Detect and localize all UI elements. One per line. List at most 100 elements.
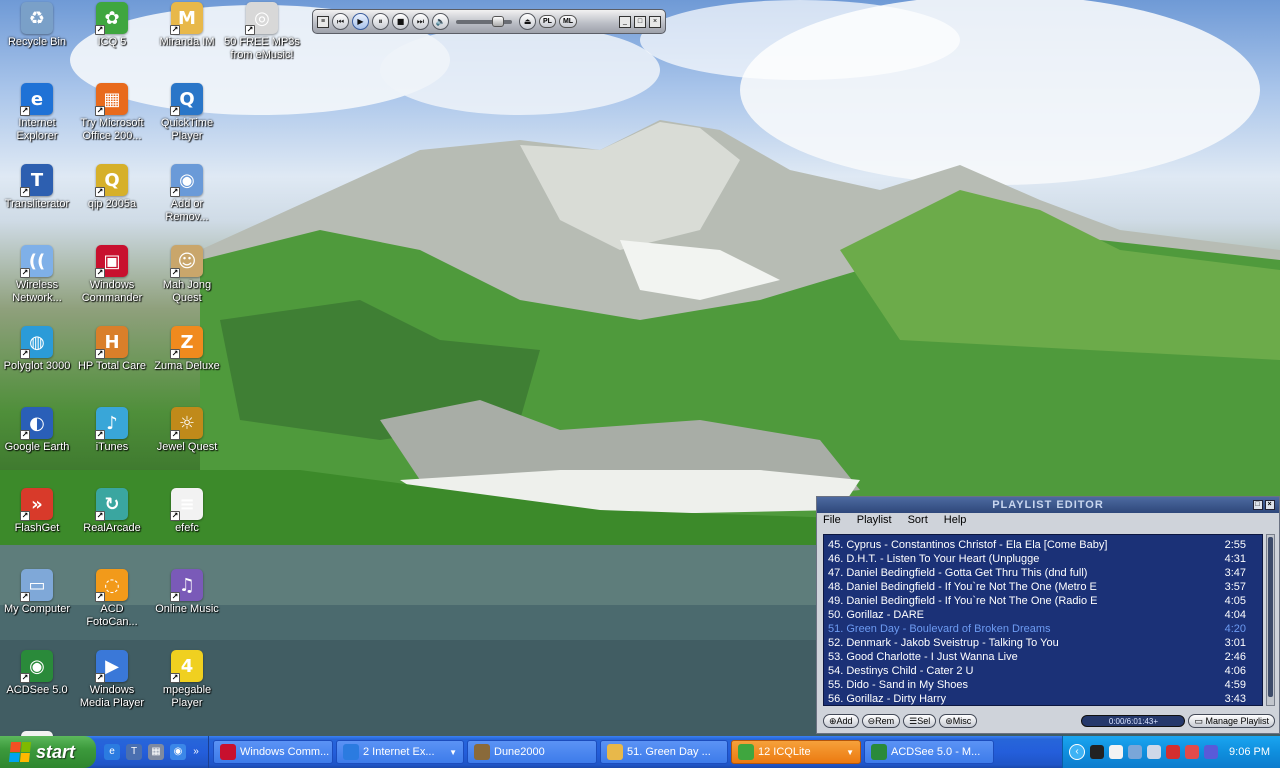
desktop-icon[interactable]: ◎ ↗ 50 FREE MP3s from eMusic! [224, 2, 300, 62]
misc-button[interactable]: ⊛Misc [939, 714, 978, 728]
playlist-track[interactable]: 55. Dido - Sand in My Shoes 4:59 [824, 678, 1262, 692]
close-icon[interactable]: × [1265, 500, 1275, 510]
desktop-icon[interactable]: ♪ ↗ iTunes [74, 407, 150, 454]
desktop-icon[interactable]: ◌ ↗ ACD FotoCan... [74, 569, 150, 629]
desktop-icon[interactable]: T ↗ Transliterator [0, 164, 75, 211]
menu-playlist[interactable]: Playlist [857, 513, 892, 528]
volume-slider[interactable] [456, 15, 512, 27]
desktop-icon[interactable]: ▭ ↗ My Computer [0, 569, 75, 616]
taskbar-buttons: Windows Comm... 2 Internet Ex... ▼ Dune2000… [209, 736, 994, 768]
pause-button[interactable]: ⏸ [372, 13, 389, 30]
play-button[interactable]: ▶ [352, 13, 369, 30]
chevron-right-icon[interactable]: » [192, 744, 200, 760]
taskbar-button[interactable]: Dune2000 [467, 740, 597, 764]
security-shield-icon[interactable] [1185, 745, 1200, 759]
desktop-icon[interactable]: ✿ ↗ ICQ 5 [74, 2, 150, 49]
desktop-icon[interactable]: M ↗ Miranda IM [149, 2, 225, 49]
taskbar-button[interactable]: 12 ICQLite ▼ [731, 740, 861, 764]
winamp-menu-icon[interactable]: ≡ [317, 15, 329, 28]
desktop-icon[interactable]: ↻ ↗ RealArcade [74, 488, 150, 535]
desktop-icon[interactable]: Q ↗ qip 2005a [74, 164, 150, 211]
desktop-icon[interactable]: ◍ ↗ Polyglot 3000 [0, 326, 75, 373]
track-title: 50. Gorillaz - DARE [828, 609, 924, 621]
taskbar-button[interactable]: 51. Green Day ... [600, 740, 728, 764]
playlist-toggle-button[interactable]: PL [539, 15, 556, 28]
taskbar-button[interactable]: Windows Comm... [213, 740, 333, 764]
remove-button[interactable]: ⊖Rem [861, 714, 901, 728]
track-title: 54. Destinys Child - Cater 2 U [828, 665, 974, 677]
desktop-icon[interactable]: Q ↗ QuickTime Player [149, 83, 225, 143]
chevron-down-icon: ▼ [846, 747, 854, 757]
playlist-track[interactable]: 46. D.H.T. - Listen To Your Heart (Unplu… [824, 552, 1262, 566]
desktop-icon[interactable]: e ↗ Internet Explorer [0, 83, 75, 143]
playlist-track[interactable]: 52. Denmark - Jakob Sveistrup - Talking … [824, 636, 1262, 650]
desktop-icon-label: Try Microsoft Office 200... [80, 117, 144, 142]
playlist-track-list[interactable]: 45. Cyprus - Constantinos Christof - Ela… [823, 534, 1263, 706]
desktop-icon[interactable]: ♫ ↗ Online Music [149, 569, 225, 616]
playlist-track[interactable]: 51. Green Day - Boulevard of Broken Drea… [824, 622, 1262, 636]
playlist-track[interactable]: 48. Daniel Bedingfield - If You`re Not T… [824, 580, 1262, 594]
antivirus-icon[interactable] [1166, 745, 1181, 759]
network-icon[interactable] [1128, 745, 1143, 759]
desktop-icon[interactable]: ▶ ↗ Windows Media Player [74, 650, 150, 710]
desktop-icon[interactable]: ◐ ↗ Google Earth [0, 407, 75, 454]
shade-icon[interactable]: □ [634, 15, 646, 28]
playlist-track[interactable]: 54. Destinys Child - Cater 2 U 4:06 [824, 664, 1262, 678]
playlist-scrollbar[interactable] [1266, 534, 1275, 706]
clock[interactable]: 9:06 PM [1229, 746, 1270, 758]
add-button[interactable]: ⊕Add [823, 714, 859, 728]
nvidia-icon[interactable] [1090, 745, 1105, 759]
desktop-icon[interactable]: ☺ ↗ Mah Jong Quest [149, 245, 225, 305]
manage-playlist-button[interactable]: ▭ Manage Playlist [1188, 714, 1275, 728]
next-button[interactable]: ⏭ [412, 13, 429, 30]
desktop-icon[interactable]: ≡ ↗ efefc [149, 488, 225, 535]
select-button[interactable]: ☰Sel [903, 714, 937, 728]
desktop-icon[interactable]: ▣ ↗ Windows Commander [74, 245, 150, 305]
minimize-icon[interactable]: _ [619, 15, 631, 28]
calculator-icon[interactable]: ▦ [148, 744, 164, 760]
desktop-icon[interactable]: 4 ↗ mpegable Player [149, 650, 225, 710]
volume-icon[interactable] [1147, 745, 1162, 759]
playlist-track[interactable]: 45. Cyprus - Constantinos Christof - Ela… [824, 538, 1262, 552]
taskbar-button[interactable]: ACDSee 5.0 - M... [864, 740, 994, 764]
desktop-icon[interactable]: » ↗ FlashGet [0, 488, 75, 535]
shortcut-arrow-icon: ↗ [20, 106, 30, 116]
start-button[interactable]: start [0, 736, 96, 768]
menu-sort[interactable]: Sort [908, 513, 928, 528]
stop-button[interactable]: ■ [392, 13, 409, 30]
shortcut-arrow-icon: ↗ [20, 592, 30, 602]
close-icon[interactable]: × [649, 15, 661, 28]
playlist-title-bar[interactable]: PLAYLIST EDITOR □ × [817, 497, 1279, 513]
desktop-icon[interactable]: ☼ ↗ Jewel Quest [149, 407, 225, 454]
desktop-icon-label: qip 2005a [87, 198, 137, 210]
browser-icon[interactable]: ◉ [170, 744, 186, 760]
taskbar-button[interactable]: 2 Internet Ex... ▼ [336, 740, 464, 764]
show-hidden-icons-button[interactable]: ‹ [1069, 744, 1086, 760]
volume-icon[interactable]: 🔈 [432, 13, 449, 30]
previous-button[interactable]: ⏮ [332, 13, 349, 30]
eject-button[interactable]: ⏏ [519, 13, 536, 30]
internet-explorer-icon[interactable]: e [104, 744, 120, 760]
transliterator-icon[interactable]: T [126, 744, 142, 760]
desktop-icon[interactable]: Z ↗ Zuma Deluxe [149, 326, 225, 373]
playlist-track[interactable]: 50. Gorillaz - DARE 4:04 [824, 608, 1262, 622]
desktop-icon[interactable]: ▦ ↗ Try Microsoft Office 200... [74, 83, 150, 143]
menu-file[interactable]: File [823, 513, 841, 528]
playlist-track[interactable]: 47. Daniel Bedingfield - Gotta Get Thru … [824, 566, 1262, 580]
winamp-mini-player[interactable]: ≡ ⏮ ▶ ⏸ ■ ⏭ 🔈 ⏏ PL ML _ □ × [312, 9, 666, 34]
desktop-icon[interactable]: H ↗ HP Total Care [74, 326, 150, 373]
playlist-track[interactable]: 56. Gorillaz - Dirty Harry 3:43 [824, 692, 1262, 706]
menu-help[interactable]: Help [944, 513, 967, 528]
usb-icon[interactable] [1204, 745, 1219, 759]
desktop-icon[interactable]: ♻ Recycle Bin [0, 2, 75, 49]
shade-icon[interactable]: □ [1253, 500, 1263, 510]
desktop-icon[interactable]: ◉ ↗ Add or Remov... [149, 164, 225, 224]
taskbar-button-label: Dune2000 [494, 746, 545, 758]
floppy-icon [220, 744, 236, 760]
playlist-track[interactable]: 49. Daniel Bedingfield - If You`re Not T… [824, 594, 1262, 608]
media-library-button[interactable]: ML [558, 15, 578, 28]
desktop-icon[interactable]: ((↗ Wireless Network... [0, 245, 75, 305]
playlist-track[interactable]: 53. Good Charlotte - I Just Wanna Live 2:… [824, 650, 1262, 664]
mail-icon[interactable] [1109, 745, 1124, 759]
desktop-icon[interactable]: ◉ ↗ ACDSee 5.0 [0, 650, 75, 697]
